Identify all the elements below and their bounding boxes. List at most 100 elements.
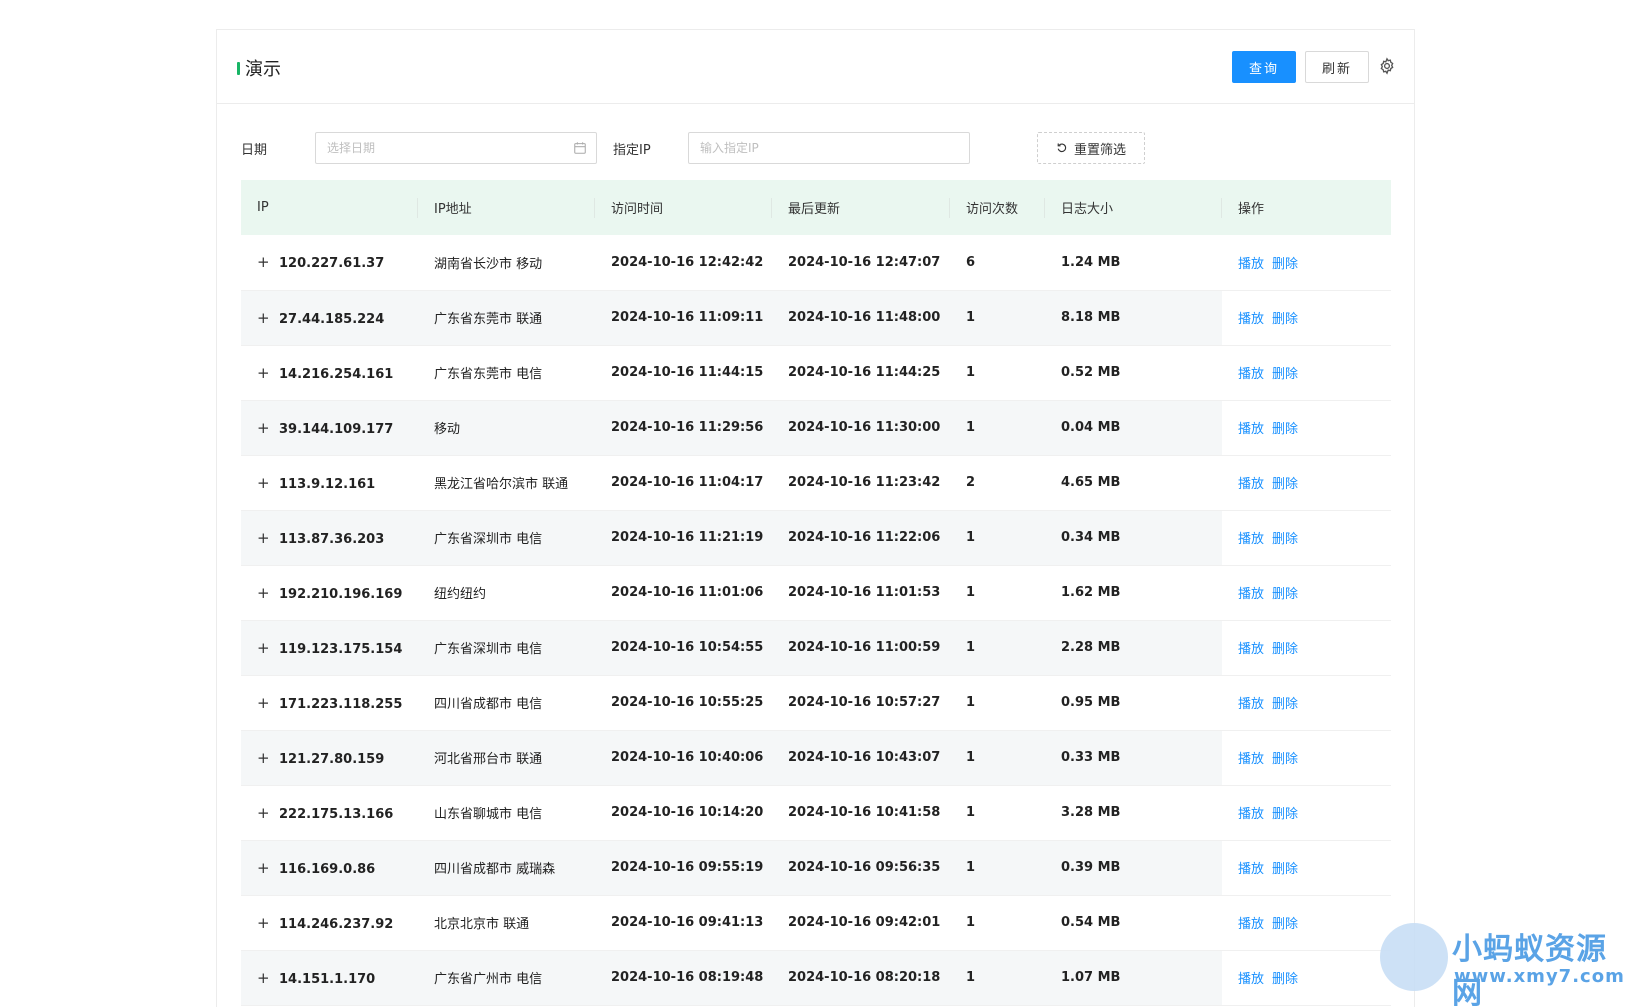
- cell-ip-text: 113.9.12.161: [279, 476, 376, 492]
- gear-icon[interactable]: [1378, 57, 1396, 75]
- cell-count-text: 1: [966, 365, 976, 380]
- cell-visit-time-text: 2024-10-16 11:29:56: [611, 420, 764, 435]
- play-link[interactable]: 播放: [1238, 367, 1264, 382]
- ip-filter-input[interactable]: [688, 132, 970, 164]
- cell-size: 0.04 MB: [1045, 400, 1222, 456]
- play-link[interactable]: 播放: [1238, 972, 1264, 987]
- expand-row-icon[interactable]: +: [257, 474, 270, 492]
- expand-row-icon[interactable]: +: [257, 859, 270, 877]
- query-button[interactable]: 查询: [1232, 51, 1296, 83]
- cell-size-text: 0.33 MB: [1061, 750, 1121, 765]
- date-picker-input[interactable]: [315, 132, 597, 164]
- play-link[interactable]: 播放: [1238, 477, 1264, 492]
- card-header: 演示 查询 刷新: [217, 30, 1414, 104]
- cell-count: 1: [950, 675, 1045, 731]
- cell-ip: +14.151.1.170: [241, 950, 418, 1006]
- expand-row-icon[interactable]: +: [257, 419, 270, 437]
- cell-size: 0.34 MB: [1045, 510, 1222, 566]
- cell-actions: 播放 删除: [1222, 235, 1391, 291]
- cell-ip-text: 27.44.185.224: [279, 311, 385, 327]
- expand-row-icon[interactable]: +: [257, 694, 270, 712]
- cell-count-text: 6: [966, 254, 976, 270]
- cell-last-update-text: 2024-10-16 11:00:59: [788, 640, 941, 655]
- cell-last-update-text: 2024-10-16 09:42:01: [788, 915, 941, 930]
- cell-size-text: 0.39 MB: [1061, 860, 1121, 875]
- play-link[interactable]: 播放: [1238, 862, 1264, 877]
- cell-visit-time: 2024-10-16 08:19:48: [595, 950, 772, 1006]
- cell-location: 湖南省长沙市 移动: [418, 235, 595, 291]
- cell-ip-text: 192.210.196.169: [279, 586, 403, 602]
- expand-row-icon[interactable]: +: [257, 914, 270, 932]
- play-link[interactable]: 播放: [1238, 587, 1264, 602]
- cell-last-update: 2024-10-16 09:56:35: [772, 840, 950, 896]
- play-link[interactable]: 播放: [1238, 312, 1264, 327]
- cell-location: 北京北京市 联通: [418, 895, 595, 951]
- column-header-label: IP: [257, 200, 269, 215]
- column-header-label: 操作: [1238, 202, 1265, 217]
- play-link[interactable]: 播放: [1238, 917, 1264, 932]
- cell-actions: 播放 删除: [1222, 565, 1391, 621]
- expand-row-icon[interactable]: +: [257, 749, 270, 767]
- expand-row-icon[interactable]: +: [257, 804, 270, 822]
- expand-row-icon[interactable]: +: [257, 253, 270, 271]
- column-header-last-update: 最后更新: [772, 180, 950, 235]
- play-link[interactable]: 播放: [1238, 807, 1264, 822]
- delete-link[interactable]: 删除: [1272, 477, 1298, 492]
- cell-last-update: 2024-10-16 11:01:53: [772, 565, 950, 621]
- table-row: +113.87.36.203 广东省深圳市 电信 2024-10-16 11:21:…: [241, 510, 1391, 566]
- cell-count-text: 1: [966, 310, 976, 325]
- expand-row-icon[interactable]: +: [257, 584, 270, 602]
- column-header-location: IP地址: [418, 180, 595, 235]
- play-link[interactable]: 播放: [1238, 697, 1264, 712]
- play-link[interactable]: 播放: [1238, 257, 1264, 272]
- expand-row-icon[interactable]: +: [257, 529, 270, 547]
- refresh-button[interactable]: 刷新: [1305, 51, 1369, 83]
- cell-last-update-text: 2024-10-16 12:47:07: [788, 254, 941, 270]
- delete-link[interactable]: 删除: [1272, 367, 1298, 382]
- cell-count: 1: [950, 840, 1045, 896]
- delete-link[interactable]: 删除: [1272, 587, 1298, 602]
- cell-actions: 播放 删除: [1222, 950, 1391, 1006]
- delete-link[interactable]: 删除: [1272, 532, 1298, 547]
- play-link[interactable]: 播放: [1238, 752, 1264, 767]
- delete-link[interactable]: 删除: [1272, 697, 1298, 712]
- cell-location: 四川省成都市 电信: [418, 675, 595, 731]
- delete-link[interactable]: 删除: [1272, 862, 1298, 877]
- cell-last-update-text: 2024-10-16 08:20:18: [788, 970, 941, 985]
- filter-bar: 日期 指定IP 重置筛选: [241, 132, 1391, 164]
- cell-count: 1: [950, 290, 1045, 346]
- delete-link[interactable]: 删除: [1272, 807, 1298, 822]
- watermark-url: www.xmy7.com: [1454, 966, 1625, 987]
- reset-filter-button[interactable]: 重置筛选: [1037, 132, 1145, 164]
- cell-count: 1: [950, 785, 1045, 841]
- cell-last-update-text: 2024-10-16 11:44:25: [788, 365, 941, 380]
- delete-link[interactable]: 删除: [1272, 642, 1298, 657]
- delete-link[interactable]: 删除: [1272, 257, 1298, 272]
- expand-row-icon[interactable]: +: [257, 364, 270, 382]
- cell-visit-time-text: 2024-10-16 11:09:11: [611, 310, 764, 325]
- cell-ip-text: 119.123.175.154: [279, 641, 403, 657]
- cell-last-update-text: 2024-10-16 11:01:53: [788, 585, 941, 600]
- expand-row-icon[interactable]: +: [257, 309, 270, 327]
- delete-link[interactable]: 删除: [1272, 422, 1298, 437]
- cell-count: 1: [950, 345, 1045, 401]
- delete-link[interactable]: 删除: [1272, 917, 1298, 932]
- column-header-label: 最后更新: [788, 202, 841, 217]
- cell-ip-text: 171.223.118.255: [279, 696, 403, 712]
- play-link[interactable]: 播放: [1238, 422, 1264, 437]
- cell-last-update-text: 2024-10-16 11:48:00: [788, 310, 941, 325]
- cell-actions: 播放 删除: [1222, 455, 1391, 511]
- cell-count: 1: [950, 400, 1045, 456]
- play-link[interactable]: 播放: [1238, 532, 1264, 547]
- delete-link[interactable]: 删除: [1272, 972, 1298, 987]
- delete-link[interactable]: 删除: [1272, 752, 1298, 767]
- cell-visit-time-text: 2024-10-16 11:44:15: [611, 365, 764, 380]
- expand-row-icon[interactable]: +: [257, 969, 270, 987]
- cell-visit-time-text: 2024-10-16 10:55:25: [611, 695, 764, 710]
- cell-location: 河北省邢台市 联通: [418, 730, 595, 786]
- expand-row-icon[interactable]: +: [257, 639, 270, 657]
- cell-last-update: 2024-10-16 11:44:25: [772, 345, 950, 401]
- play-link[interactable]: 播放: [1238, 642, 1264, 657]
- cell-ip: +27.44.185.224: [241, 290, 418, 346]
- delete-link[interactable]: 删除: [1272, 312, 1298, 327]
